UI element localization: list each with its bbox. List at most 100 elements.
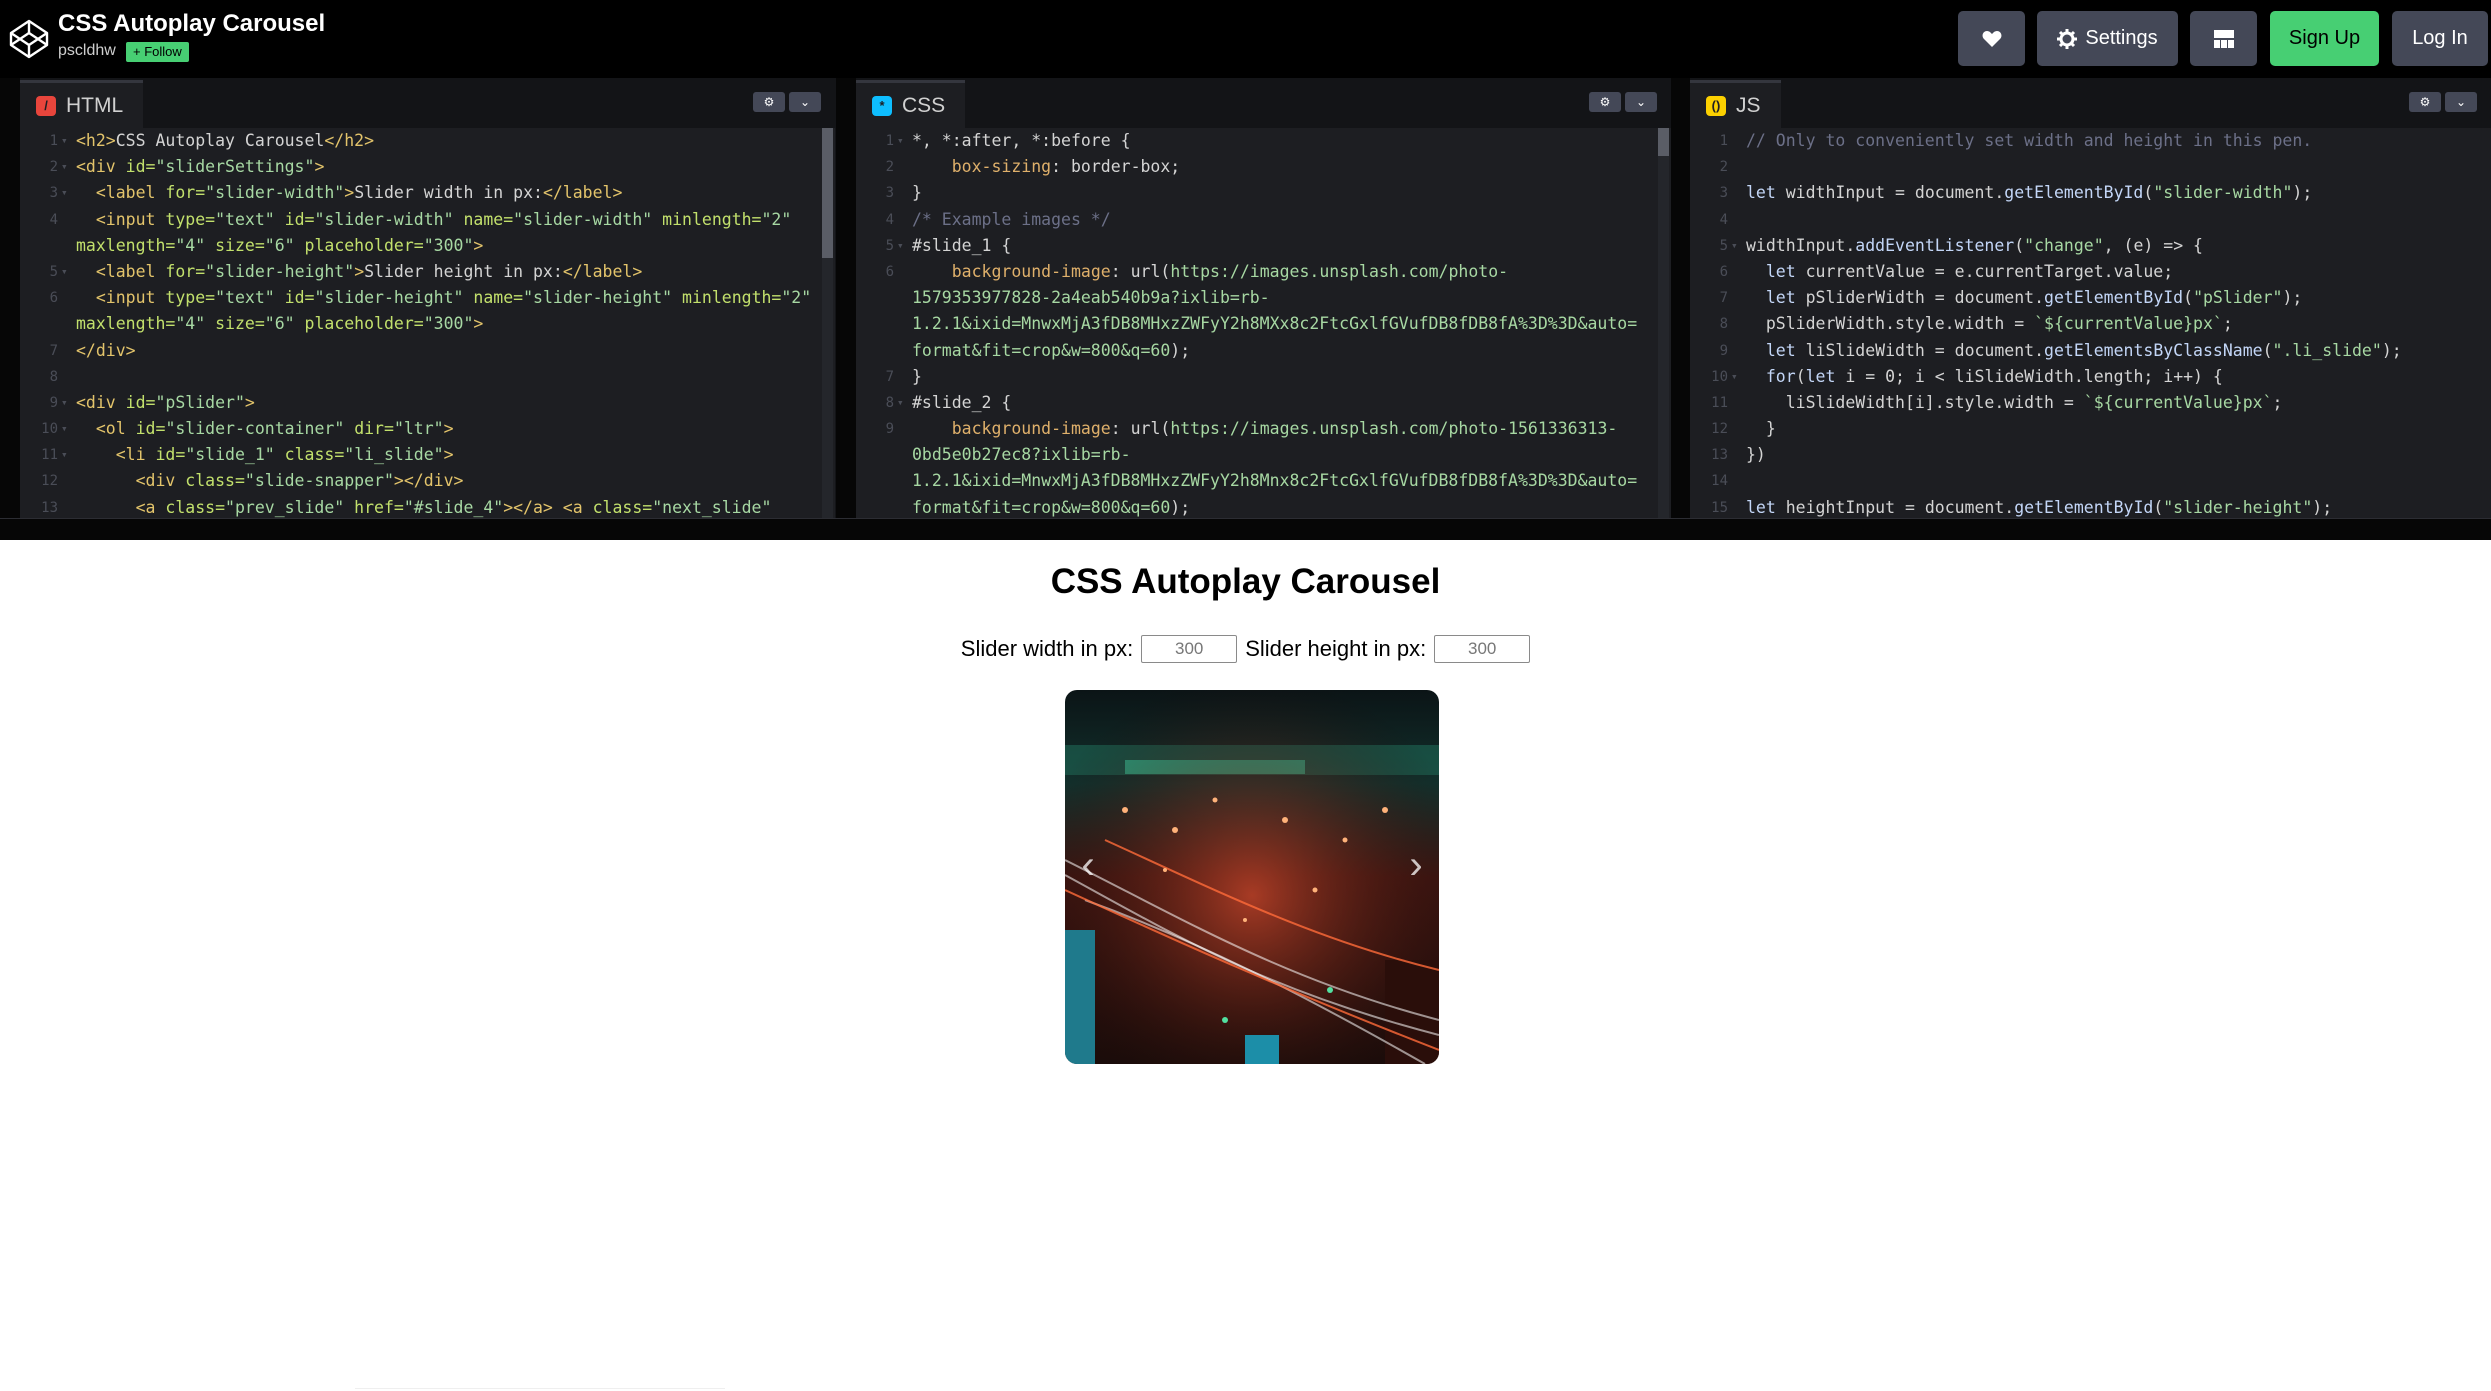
code-line[interactable]: 6 let currentValue = e.currentTarget.val…: [1690, 259, 2491, 285]
code-line[interactable]: 4: [1690, 207, 2491, 233]
code-line[interactable]: 1 ▾ <h2>CSS Autoplay Carousel</h2>: [20, 128, 835, 154]
code-line[interactable]: 11 ▾ <li id="slide_1" class="li_slide">: [20, 442, 835, 468]
fold-toggle-icon[interactable]: ▾: [61, 442, 68, 468]
chevron-right-icon[interactable]: ›: [1401, 845, 1431, 885]
code-line[interactable]: 13}): [1690, 442, 2491, 468]
html-settings-icon[interactable]: ⚙: [753, 92, 785, 112]
css-settings-icon[interactable]: ⚙: [1589, 92, 1621, 112]
gear-icon: [2057, 28, 2078, 49]
code-line[interactable]: 5 ▾ #slide_1 {: [856, 233, 1671, 259]
code-line[interactable]: 7 let pSliderWidth = document.getElement…: [1690, 285, 2491, 311]
code-line[interactable]: 13 <a class="prev_slide" href="#slide_4"…: [20, 495, 835, 518]
code-line[interactable]: 11 liSlideWidth[i].style.width = `${curr…: [1690, 390, 2491, 416]
fold-toggle-icon[interactable]: ▾: [61, 128, 68, 154]
code-token: "pSlider": [155, 392, 245, 412]
editor-resizer[interactable]: [1671, 78, 1691, 518]
code-line[interactable]: 6 <input type="text" id="slider-height" …: [20, 285, 835, 311]
fold-toggle-icon[interactable]: ▾: [897, 233, 904, 259]
code-line[interactable]: 4 <input type="text" id="slider-width" n…: [20, 207, 835, 233]
tab-js[interactable]: () JS: [1690, 80, 1781, 128]
code-line[interactable]: 2: [1690, 154, 2491, 180]
fold-toggle-icon[interactable]: ▾: [61, 390, 68, 416]
fold-toggle-icon[interactable]: ▾: [897, 128, 904, 154]
code-line[interactable]: 5 ▾ widthInput.addEventListener("change", …: [1690, 233, 2491, 259]
slider-height-input[interactable]: [1434, 635, 1531, 663]
code-line[interactable]: 15 let heightInput = document.getElementB…: [1690, 495, 2491, 518]
code-line[interactable]: 8 pSliderWidth.style.width = `${currentV…: [1690, 311, 2491, 337]
line-number: 11: [41, 447, 58, 464]
html-scroll-thumb[interactable]: [822, 128, 833, 258]
carousel-slide[interactable]: ‹ ›: [1065, 690, 1439, 1064]
code-line[interactable]: 7 </div>: [20, 338, 835, 364]
log-in-button[interactable]: Log In: [2392, 11, 2488, 66]
css-chevron-down-icon[interactable]: ⌄: [1625, 92, 1657, 112]
code-line[interactable]: 3 ▾ <label for="slider-width">Slider widt…: [20, 180, 835, 206]
preview-resize-bar[interactable]: [0, 518, 2491, 540]
code-line[interactable]: 10 ▾ for(let i = 0; i < liSlideWidth.leng…: [1690, 364, 2491, 390]
pen-title[interactable]: CSS Autoplay Carousel: [58, 10, 325, 38]
fold-toggle-icon[interactable]: ▾: [1731, 364, 1738, 390]
code-line[interactable]: 0bd5e0b27ec8?ixlib=rb-: [856, 442, 1671, 468]
editor-resizer[interactable]: [836, 78, 856, 518]
code-line[interactable]: 1579353977828-2a4eab540b9a?ixlib=rb-: [856, 285, 1671, 311]
code-line[interactable]: 9 background-image: url(https://images.u…: [856, 416, 1671, 442]
code-line[interactable]: 2 ▾ <div id="sliderSettings">: [20, 154, 835, 180]
code-line[interactable]: 3 let widthInput = document.getElementByI…: [1690, 180, 2491, 206]
js-code[interactable]: 1 // Only to conveniently set width and h…: [1690, 128, 2491, 518]
settings-button[interactable]: Settings: [2037, 11, 2178, 66]
change-view-button[interactable]: [2190, 11, 2257, 66]
code-line[interactable]: 3}: [856, 180, 1671, 206]
code-line[interactable]: 1 // Only to conveniently set width and h…: [1690, 128, 2491, 154]
tab-html[interactable]: / HTML: [20, 80, 144, 128]
codepen-logo-icon[interactable]: [8, 18, 50, 60]
code-line[interactable]: 1.2.1&ixid=MnwxMjA3fDB8MHxzZWFyY2h8Mnx8c…: [856, 468, 1671, 494]
js-chevron-down-icon[interactable]: ⌄: [2445, 92, 2477, 112]
fold-toggle-icon[interactable]: ▾: [61, 180, 68, 206]
fold-toggle-icon[interactable]: ▾: [897, 390, 904, 416]
fold-toggle-icon[interactable]: ▾: [61, 259, 68, 285]
fold-toggle-icon[interactable]: ▾: [61, 416, 68, 442]
code-line[interactable]: format&fit=crop&w=800&q=60);: [856, 495, 1671, 518]
line-number: 6: [885, 263, 894, 280]
code-token: "6": [264, 235, 305, 255]
code-line[interactable]: 14: [1690, 468, 2491, 494]
editor-resizer[interactable]: [0, 78, 20, 518]
tab-css[interactable]: * CSS: [856, 80, 966, 128]
slider-width-input[interactable]: [1141, 635, 1238, 663]
fold-toggle-icon[interactable]: ▾: [1731, 233, 1738, 259]
pen-author[interactable]: pscldhw: [58, 42, 116, 60]
code-line[interactable]: 9 ▾ <div id="pSlider">: [20, 390, 835, 416]
code-line[interactable]: maxlength="4" size="6" placeholder="300"…: [20, 311, 835, 337]
code-line[interactable]: 8 ▾ #slide_2 {: [856, 390, 1671, 416]
code-line[interactable]: 12 }: [1690, 416, 2491, 442]
code-line[interactable]: 8: [20, 364, 835, 390]
sign-up-button[interactable]: Sign Up: [2270, 11, 2379, 66]
code-line[interactable]: 10 ▾ <ol id="slider-container" dir="ltr">: [20, 416, 835, 442]
code-line[interactable]: 5 ▾ <label for="slider-height">Slider hei…: [20, 259, 835, 285]
html-code[interactable]: 1 ▾ <h2>CSS Autoplay Carousel</h2> 2 ▾ <div i…: [20, 128, 835, 518]
code-line[interactable]: format&fit=crop&w=800&q=60);: [856, 338, 1671, 364]
css-code[interactable]: 1 ▾ *, *:after, *:before {2 box-sizing: bo…: [856, 128, 1671, 518]
code-token: </label>: [562, 261, 643, 281]
code-line[interactable]: 9 let liSlideWidth = document.getElement…: [1690, 338, 2491, 364]
chevron-left-icon[interactable]: ‹: [1073, 845, 1103, 885]
code-line[interactable]: 1.2.1&ixid=MnwxMjA3fDB8MHxzZWFyY2h8MXx8c…: [856, 311, 1671, 337]
like-button[interactable]: [1958, 11, 2025, 66]
fold-toggle-icon[interactable]: ▾: [61, 154, 68, 180]
code-line[interactable]: 7}: [856, 364, 1671, 390]
code-line[interactable]: 6 background-image: url(https://images.u…: [856, 259, 1671, 285]
code-line[interactable]: maxlength="4" size="6" placeholder="300"…: [20, 233, 835, 259]
code-token: for=: [165, 261, 206, 281]
code-line[interactable]: 4 /* Example images */: [856, 207, 1671, 233]
html-scrollbar[interactable]: [822, 128, 833, 518]
html-chevron-down-icon[interactable]: ⌄: [789, 92, 821, 112]
css-scroll-thumb[interactable]: [1658, 128, 1669, 156]
code-line[interactable]: 2 box-sizing: border-box;: [856, 154, 1671, 180]
css-scrollbar[interactable]: [1658, 128, 1669, 518]
code-line[interactable]: 1 ▾ *, *:after, *:before {: [856, 128, 1671, 154]
code-token: : border-box;: [1051, 157, 1181, 177]
follow-button[interactable]: + Follow: [126, 42, 189, 62]
js-settings-icon[interactable]: ⚙: [2409, 92, 2441, 112]
code-line[interactable]: 12 <div class="slide-snapper"></div>: [20, 468, 835, 494]
